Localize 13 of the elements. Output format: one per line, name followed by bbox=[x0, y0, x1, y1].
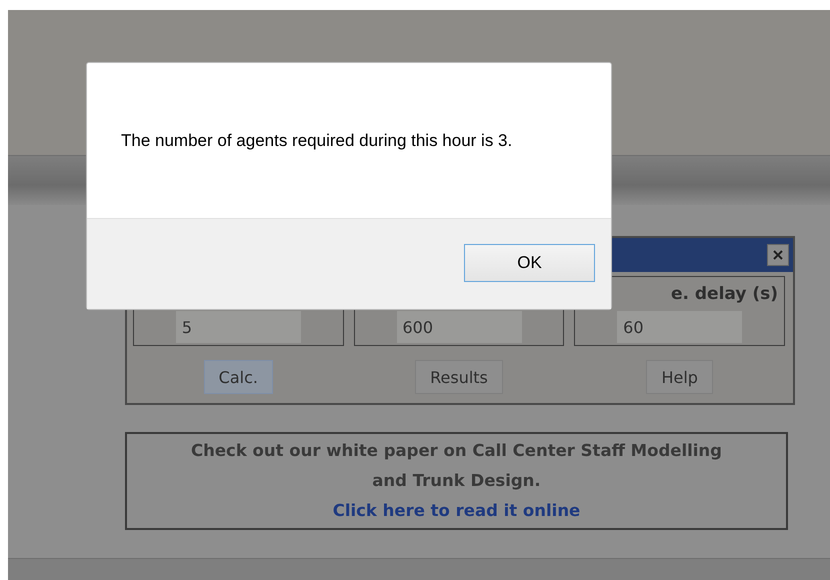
action-button[interactable]: Results bbox=[415, 360, 503, 394]
close-button[interactable] bbox=[767, 244, 789, 266]
input-field[interactable]: 60 bbox=[617, 311, 742, 343]
close-icon bbox=[772, 249, 784, 261]
dialog-message: The number of agents required during this hour is 3. bbox=[121, 130, 512, 150]
action-button[interactable]: Calc. bbox=[204, 360, 273, 394]
read-online-link[interactable]: Click here to read it online bbox=[332, 496, 580, 526]
field-label: e. delay (s) bbox=[670, 284, 778, 304]
input-field[interactable]: 5 bbox=[176, 311, 301, 343]
action-button[interactable]: Help bbox=[646, 360, 713, 394]
input-field[interactable]: 600 bbox=[396, 311, 522, 343]
ok-button[interactable]: OK bbox=[464, 244, 595, 282]
promo-text: Check out our white paper on Call Center Staff Modelling and Trunk Design. bbox=[190, 440, 723, 492]
